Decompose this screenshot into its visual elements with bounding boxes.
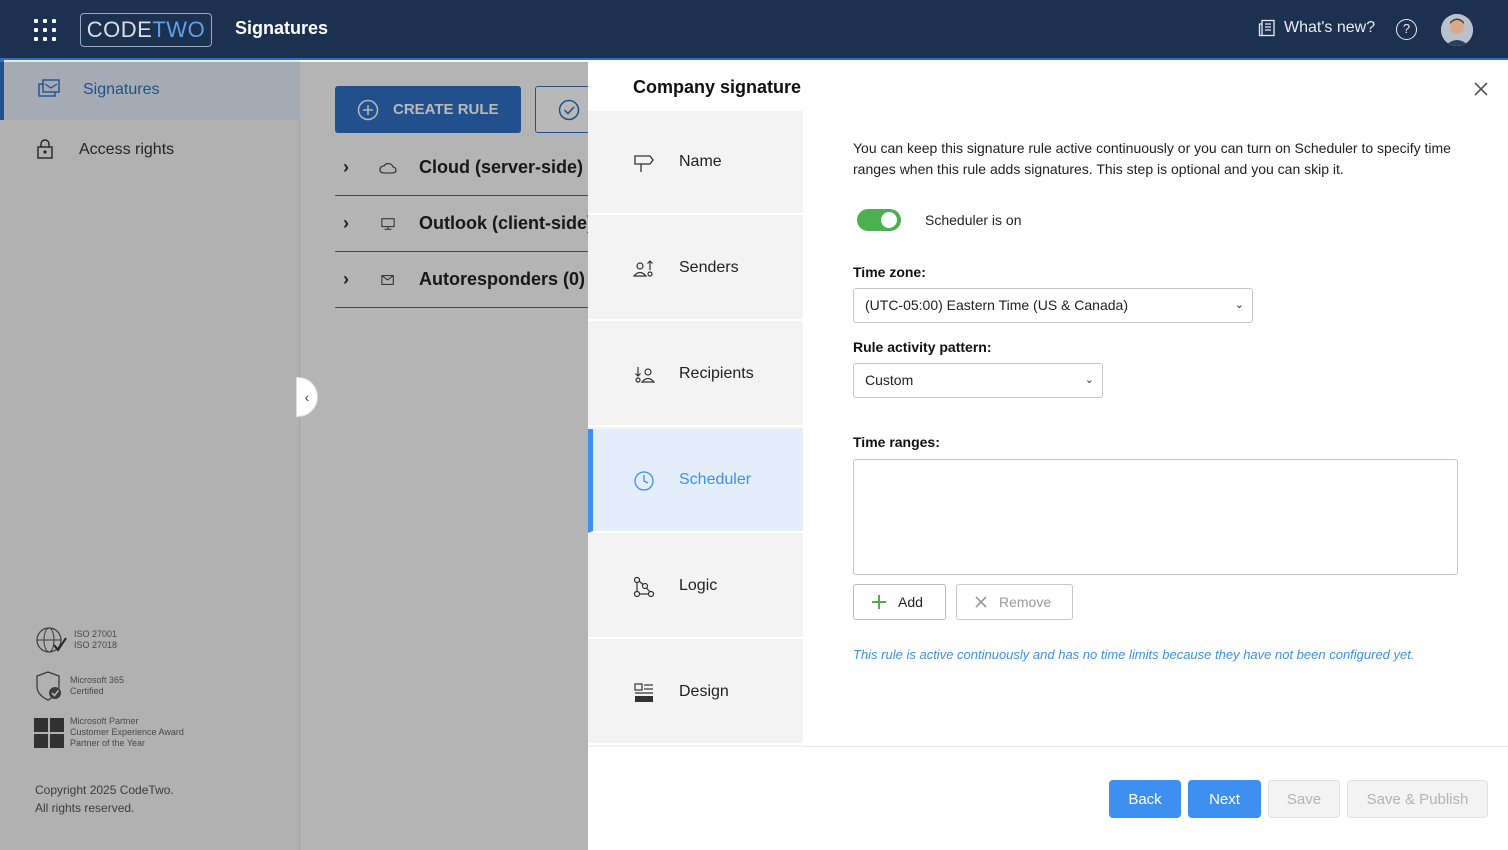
add-label: Add [898,594,923,610]
close-icon [975,596,987,608]
step-label: Design [679,683,729,700]
chevron-left-icon: ‹ [304,389,310,405]
step-label: Scheduler [679,471,752,488]
whats-new-label: What's new? [1284,19,1376,36]
scheduler-toggle-label: Scheduler is on [925,212,1022,228]
time-ranges-label: Time ranges: [853,434,940,450]
help-icon[interactable]: ? [1396,19,1417,40]
step-recipients[interactable]: Recipients [588,323,803,427]
back-button[interactable]: Back [1109,780,1181,818]
signpost-icon [634,155,654,172]
toggle-knob [881,212,897,228]
scheduler-toggle[interactable] [857,209,901,231]
step-label: Senders [679,259,739,276]
step-label: Name [679,153,722,170]
time-zone-value: (UTC-05:00) Eastern Time (US & Canada) [865,297,1128,313]
plus-icon [872,595,886,609]
step-logic[interactable]: Logic [588,535,803,639]
save-publish-button[interactable]: Save & Publish [1347,780,1488,818]
recipients-icon [635,367,655,383]
time-zone-label: Time zone: [853,264,926,280]
senders-icon [633,260,653,277]
scheduler-status-note: This rule is active continuously and has… [853,647,1415,662]
add-time-range-button[interactable]: Add [853,584,946,620]
activity-pattern-label: Rule activity pattern: [853,339,992,355]
step-senders[interactable]: Senders [588,217,803,321]
scheduler-content: You can keep this signature rule active … [803,111,1508,747]
logic-icon [633,576,655,598]
app-launcher-icon[interactable] [34,19,56,41]
clock-icon [634,471,654,491]
step-label: Logic [679,577,718,594]
chevron-down-icon: ⌄ [1234,299,1244,311]
time-zone-select[interactable]: (UTC-05:00) Eastern Time (US & Canada) ⌄ [853,288,1253,323]
chevron-down-icon: ⌄ [1084,374,1094,386]
step-scheduler[interactable]: Scheduler [588,429,803,533]
remove-time-range-button[interactable]: Remove [956,584,1073,620]
design-icon [634,683,653,702]
codetwo-logo[interactable]: CODETWO [80,13,212,47]
panel-title: Company signature [633,77,802,97]
wizard-steps: Name Senders Recipients Scheduler Logic … [588,111,803,747]
modal-overlay[interactable] [0,62,588,850]
avatar[interactable] [1441,14,1473,46]
next-button[interactable]: Next [1188,780,1261,818]
activity-pattern-value: Custom [865,372,914,388]
step-design[interactable]: Design [588,641,803,745]
time-ranges-list[interactable] [853,459,1458,575]
scheduler-description: You can keep this signature rule active … [853,140,1451,177]
top-bar: CODETWO Signatures What's new? ? [0,0,1508,60]
news-icon [1258,19,1275,37]
step-label: Recipients [679,365,754,382]
app-title: Signatures [235,18,329,38]
whats-new-button[interactable]: What's new? [1258,19,1375,37]
remove-label: Remove [999,594,1052,610]
rule-editor-panel: Company signature Name Senders Recipient… [588,62,1508,850]
step-name[interactable]: Name [588,111,803,215]
save-button[interactable]: Save [1268,780,1340,818]
activity-pattern-select[interactable]: Custom ⌄ [853,363,1103,398]
close-icon[interactable] [1472,80,1490,98]
